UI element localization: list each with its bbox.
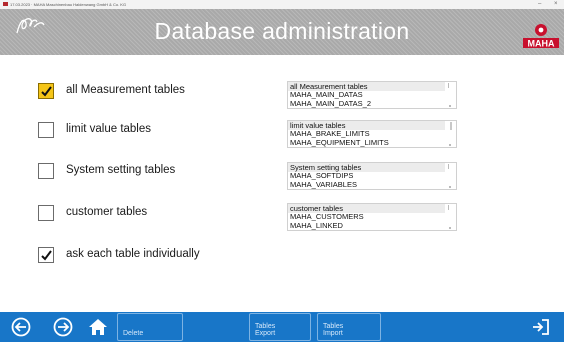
list-scrollbar[interactable] — [446, 163, 456, 189]
checkbox-customer-tables[interactable] — [38, 205, 54, 221]
close-icon[interactable]: × — [554, 1, 558, 7]
tables-import-button[interactable]: Tables Import — [317, 313, 381, 341]
list-item[interactable]: MAHA_EQUIPMENT_LIMITS — [288, 138, 456, 148]
listbox-system-setting-tables[interactable]: System setting tables MAHA_SOFTDIPS MAHA… — [287, 162, 457, 190]
checkbox-system-setting-tables[interactable] — [38, 163, 54, 179]
list-scrollbar[interactable] — [446, 204, 456, 230]
home-icon[interactable] — [88, 317, 108, 337]
option-label: limit value tables — [66, 123, 152, 135]
checkmark-icon — [41, 250, 52, 261]
page-header: Database administration MAHA — [0, 9, 564, 55]
checkbox-ask-individually[interactable] — [38, 247, 54, 263]
delete-button[interactable]: Delete — [117, 313, 183, 341]
option-label: customer tables — [66, 206, 148, 218]
footer-toolbar: Delete Tables Export Tables Import — [0, 312, 564, 342]
window-title: 17.03.2023 · MAHA Maschinenbau Haldenwan… — [10, 2, 127, 7]
exit-icon[interactable] — [531, 317, 551, 337]
list-item[interactable]: MAHA_VARIABLES — [288, 180, 456, 190]
option-label: all Measurement tables — [66, 84, 185, 96]
list-scrollbar[interactable] — [446, 121, 456, 147]
svg-text:MAHA: MAHA — [528, 39, 555, 49]
option-label: System setting tables — [66, 164, 176, 176]
listbox-customer-tables[interactable]: customer tables MAHA_CUSTOMERS MAHA_LINK… — [287, 203, 457, 231]
listbox-limit-value-tables[interactable]: limit value tables MAHA_BRAKE_LIMITS MAH… — [287, 120, 457, 148]
tables-export-button[interactable]: Tables Export — [249, 313, 311, 341]
checkbox-limit-value-tables[interactable] — [38, 122, 54, 138]
back-icon[interactable] — [11, 317, 31, 337]
maha-logo: MAHA — [523, 24, 559, 49]
list-item[interactable]: MAHA_MAIN_DATAS_2 — [288, 99, 456, 109]
app-icon — [3, 2, 8, 6]
list-item[interactable]: MAHA_LINKED — [288, 221, 456, 231]
list-scrollbar[interactable] — [446, 82, 456, 108]
forward-icon[interactable] — [53, 317, 73, 337]
listbox-measurement-tables[interactable]: all Measurement tables MAHA_MAIN_DATAS M… — [287, 81, 457, 109]
checkbox-measurement-tables[interactable] — [38, 83, 54, 99]
minimize-icon[interactable]: – — [538, 1, 541, 7]
window-titlebar: 17.03.2023 · MAHA Maschinenbau Haldenwan… — [0, 0, 564, 9]
page-title: Database administration — [154, 18, 410, 44]
option-label: ask each table individually — [66, 248, 200, 260]
checkmark-icon — [41, 86, 52, 97]
